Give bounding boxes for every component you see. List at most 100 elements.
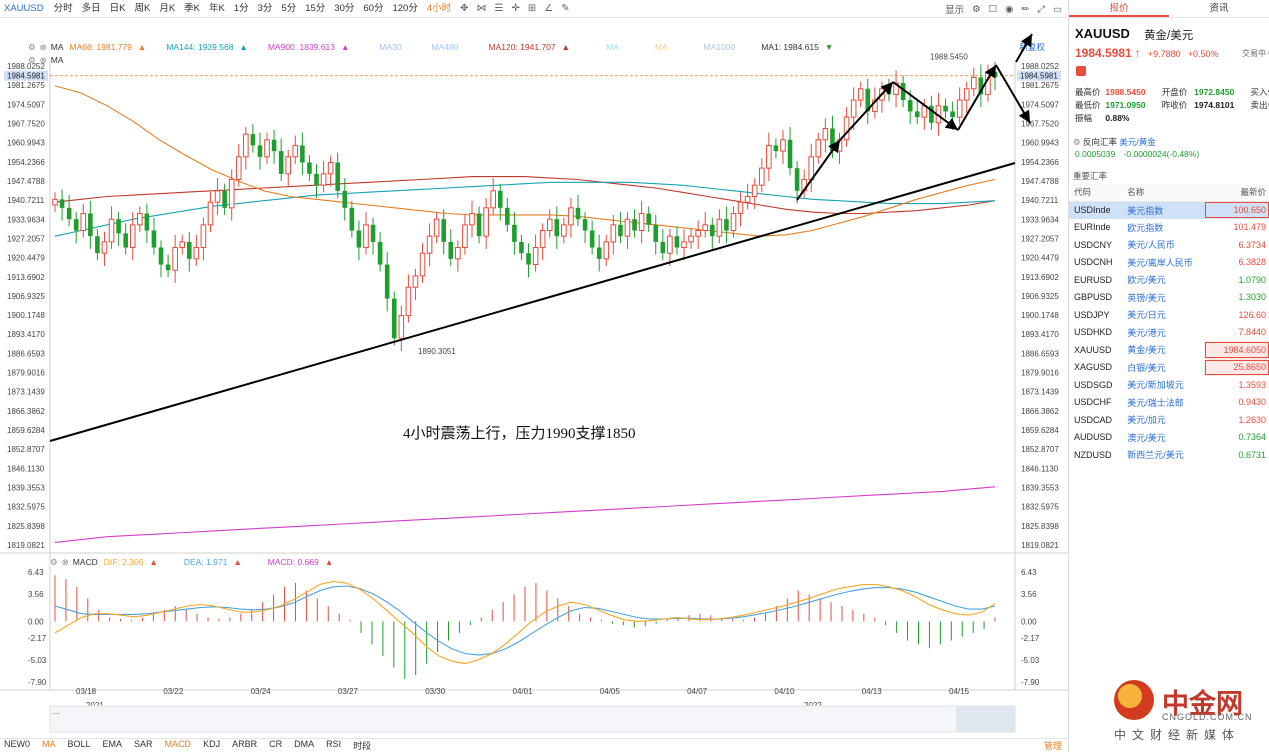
ma900-line [54,486,996,543]
candle-body [250,134,256,146]
candle-body [624,218,631,237]
tab-quote[interactable]: 报价 [1069,0,1169,17]
table-row[interactable]: USDSGD 美元/新加坡元 1.3593 [1069,376,1269,394]
indicator-tab-10[interactable]: RSI [326,739,341,752]
x-tick-label: 03/24 [251,687,272,696]
indicator-tab-11[interactable]: 时段 [353,739,371,752]
y-tick-right: 1947.4788 [1021,177,1059,186]
quote-change-pct: +0.50% [1187,49,1219,59]
table-row[interactable]: USDCAD 美元/加元 1.2630 [1069,411,1269,429]
low-value: 1971.0950 [1105,100,1146,110]
reverse-gear-icon[interactable]: ⚙ [1073,137,1081,147]
amp-label: 振幅 [1075,113,1093,123]
reverse-pair[interactable]: 美元/黄金 [1119,137,1155,147]
y-tick-right: 1852.8707 [1021,445,1059,454]
table-row[interactable]: XAUUSD 黄金/美元 1984.6050 [1069,341,1269,359]
row-name: 美元/瑞士法郎 [1127,397,1184,408]
table-row[interactable]: USDCHF 美元/瑞士法郎 0.9430 [1069,394,1269,412]
y-tick-left: 1920.4479 [7,254,45,263]
table-row[interactable]: USDJPY 美元/日元 126.60 [1069,306,1269,324]
y-tick-left: 1954.2366 [7,158,45,167]
ma120-line [54,176,996,215]
open-value: 1972.8450 [1194,87,1235,97]
macd-y-tick-left: 0.00 [28,617,44,626]
quote-symbol: XAUUSD [1075,26,1130,41]
favorite-icon[interactable] [1076,66,1086,76]
x-tick-label: 04/05 [600,687,621,696]
table-row[interactable]: AUDUSD 澳元/美元 0.7364 [1069,429,1269,447]
table-row[interactable]: USDHKD 美元/港元 7.8440 [1069,324,1269,342]
candle-body [653,224,659,242]
candle-body [568,207,574,226]
row-name: 美元/港元 [1127,327,1166,338]
indicator-tab-9[interactable]: DMA [294,739,314,752]
table-row[interactable]: EURInde 欧元指数 101.479 [1069,219,1269,237]
y-tick-right: 1900.1748 [1021,311,1059,320]
candle-body [575,207,581,220]
candle-body [95,236,100,254]
y-tick-right: 1906.9325 [1021,292,1059,301]
candle-body [794,168,800,191]
candle-body [271,139,277,152]
candle-body [123,233,128,248]
indicator-tab-6[interactable]: KDJ [203,739,220,752]
candle-body [412,275,419,288]
y-tick-left: 1906.9325 [7,292,45,301]
indicator-tab-2[interactable]: BOLL [68,739,91,752]
macd-y-tick-left: -2.17 [28,634,47,643]
price-chart[interactable]: 1988.0252 1988.0252 1981.2675 1981.2675 1974… [0,0,1068,738]
candle-body [914,111,920,118]
indicator-tab-8[interactable]: CR [269,739,282,752]
y-tick-left: 1873.1439 [7,388,45,397]
macd-y-tick-left: -7.90 [28,678,47,687]
indicator-tab-3[interactable]: EMA [103,739,123,752]
macd-y-tick-right: -5.03 [1021,656,1040,665]
open-label: 开盘价 [1161,87,1188,97]
y-tick-right: 1913.6902 [1021,273,1059,282]
row-code: EURUSD [1074,274,1113,285]
candle-body [66,207,72,220]
tab-news[interactable]: 资讯 [1169,0,1269,17]
candle-body [264,139,270,158]
x-tick-label: 04/07 [687,687,708,696]
high-price-annotation: 1988.5450 [930,53,968,62]
candle-body [780,139,786,152]
candle-body [370,224,376,242]
indicator-tab-0[interactable]: NEW0 [4,739,30,752]
candle-body [546,218,553,232]
macd-y-tick-right: 0.00 [1021,617,1037,626]
table-row[interactable]: GBPUSD 英镑/美元 1.3030 [1069,289,1269,307]
candle-body [766,144,772,169]
y-tick-right: 1981.2675 [1021,81,1059,90]
x-tick-label: 03/27 [338,687,359,696]
candle-body [787,139,793,169]
indicator-tab-7[interactable]: ARBR [232,739,257,752]
watermark: 中金网 CNGOLD.COM.CN 中文财经新媒体 [1110,678,1260,742]
manage-button[interactable]: 管理 [1044,739,1062,752]
table-row[interactable]: XAGUSD 白银/美元 25.8650 [1069,358,1269,376]
row-price: 0.6731 [1238,449,1266,460]
indicator-tab-5[interactable]: MACD [165,739,192,752]
candle-body [773,145,779,152]
candle-body [822,127,829,141]
y-tick-left: 1940.7211 [7,196,45,205]
y-tick-left: 1846.1130 [7,464,45,473]
row-price: 1.2630 [1238,414,1266,425]
table-row[interactable]: USDInde 美元指数 100.650 [1069,201,1269,219]
table-row[interactable]: EURUSD 欧元/美元 1.0790 [1069,271,1269,289]
table-header: 代码 名称 最新价 [1069,184,1269,202]
y-tick-right: 1866.3862 [1021,407,1059,416]
indicator-tab-4[interactable]: SAR [134,739,153,752]
table-row[interactable]: USDCNY 美元/人民币 6.3734 [1069,236,1269,254]
candle-body [462,224,468,249]
y-tick-right: 1960.9943 [1021,139,1059,148]
candle-body [646,213,651,225]
candle-body [80,213,87,232]
indicator-list: NEW0 MA BOLL EMA SAR MACD KDJ ARBR CR DMA RSI 时段 [4,739,383,752]
row-code: USDJPY [1074,309,1110,320]
table-row[interactable]: NZDUSD 新西兰元/美元 0.6731 [1069,446,1269,464]
indicator-tab-1[interactable]: MA [42,739,56,752]
candle-body [207,201,214,226]
candle-body [235,156,242,180]
table-row[interactable]: USDCNH 美元/离岸人民币 6.3828 [1069,254,1269,272]
